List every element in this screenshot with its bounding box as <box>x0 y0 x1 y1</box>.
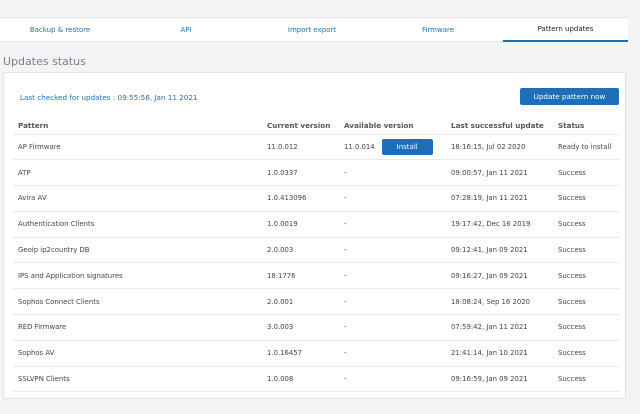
cell-pattern: AP Firmware <box>13 133 262 160</box>
table-row: ATP 1.0.0337 - 09:00:57, Jan 11 2021 Suc… <box>13 159 620 186</box>
table-row: IPS and Application signatures 18.1776 -… <box>13 262 620 289</box>
table-row: Sophos AV 1.0.16457 - 21:41:14, Jan 10 2… <box>13 339 620 367</box>
header-status: Status <box>558 121 585 131</box>
cell-last-update: 19:17:42, Dec 16 2019 <box>446 210 553 238</box>
table-row: Avira AV 1.0.413096 - 07:28:19, Jan 11 2… <box>13 185 620 212</box>
table-row: Authentication Clients 1.0.0019 - 19:17:… <box>13 210 620 238</box>
cell-current-version: 1.0.0019 <box>262 210 339 238</box>
cell-current-version: 1.0.008 <box>262 365 339 393</box>
cell-available-version: - <box>339 159 446 186</box>
header-available-version: Available version <box>344 121 414 131</box>
available-version-text: 11.0.014 <box>344 142 375 151</box>
last-checked-text: Last checked for updates : 09:55:56, Jan… <box>20 93 198 102</box>
table-row: Sophos Connect Clients 2.0.001 - 18:08:2… <box>13 288 620 315</box>
tab-backup-restore[interactable]: Backup & restore <box>0 18 120 42</box>
cell-available-version: - <box>339 210 446 238</box>
cell-pattern: Geoip ip2country DB <box>13 236 262 263</box>
header-current-version: Current version <box>267 121 331 131</box>
cell-status: Success <box>553 159 620 186</box>
section-title: Updates status <box>3 55 86 68</box>
cell-status: Success <box>553 185 620 212</box>
cell-status: Success <box>553 339 620 367</box>
tab-api[interactable]: API <box>126 18 246 42</box>
table-row: Geoip ip2country DB 2.0.003 - 09:12:41, … <box>13 236 620 263</box>
cell-pattern: RED Firmware <box>13 314 262 341</box>
cell-current-version: 1.0.16457 <box>262 339 339 367</box>
cell-available-version: - <box>339 339 446 367</box>
tab-firmware[interactable]: Firmware <box>378 18 498 42</box>
header-pattern: Pattern <box>18 121 49 131</box>
updates-panel: Last checked for updates : 09:55:56, Jan… <box>3 72 626 399</box>
cell-current-version: 11.0.012 <box>262 133 339 160</box>
cell-status: Success <box>553 236 620 263</box>
cell-available-version: - <box>339 262 446 289</box>
cell-available-version: - <box>339 185 446 212</box>
tab-import-export[interactable]: Import export <box>252 18 372 42</box>
cell-available-version: - <box>339 314 446 341</box>
cell-pattern: Sophos Connect Clients <box>13 288 262 315</box>
cell-last-update: 21:41:14, Jan 10 2021 <box>446 339 553 367</box>
cell-available-version: 11.0.014 Install <box>339 133 446 160</box>
cell-last-update: 09:16:59, Jan 09 2021 <box>446 365 553 393</box>
cell-available-version: - <box>339 236 446 263</box>
cell-last-update: 18:08:24, Sep 16 2020 <box>446 288 553 315</box>
tab-pattern-updates[interactable]: Pattern updates <box>503 18 628 42</box>
table-header-row: Pattern Current version Available versio… <box>13 118 620 134</box>
cell-pattern: Avira AV <box>13 185 262 212</box>
tab-bar: Backup & restore API Import export Firmw… <box>0 17 628 42</box>
cell-current-version: 2.0.003 <box>262 236 339 263</box>
cell-status: Success <box>553 288 620 315</box>
cell-last-update: 09:12:41, Jan 09 2021 <box>446 236 553 263</box>
cell-last-update: 18:16:15, Jul 02 2020 <box>446 133 553 160</box>
cell-status: Success <box>553 365 620 393</box>
cell-last-update: 07:28:19, Jan 11 2021 <box>446 185 553 212</box>
install-button[interactable]: Install <box>381 138 433 155</box>
table-row: AP Firmware 11.0.012 11.0.014 Install 18:… <box>13 133 620 160</box>
cell-pattern: IPS and Application signatures <box>13 262 262 289</box>
cell-last-update: 07:59:42, Jan 11 2021 <box>446 314 553 341</box>
cell-pattern: Sophos AV <box>13 339 262 367</box>
pattern-table: Pattern Current version Available versio… <box>13 118 620 393</box>
cell-pattern: SSLVPN Clients <box>13 365 262 393</box>
cell-current-version: 18.1776 <box>262 262 339 289</box>
header-last-successful-update: Last successful update <box>451 121 544 131</box>
cell-available-version: - <box>339 288 446 315</box>
cell-current-version: 1.0.0337 <box>262 159 339 186</box>
cell-status: Success <box>553 314 620 341</box>
cell-pattern: Authentication Clients <box>13 210 262 238</box>
cell-status: Success <box>553 210 620 238</box>
cell-current-version: 2.0.001 <box>262 288 339 315</box>
cell-status: Success <box>553 262 620 289</box>
table-row: SSLVPN Clients 1.0.008 - 09:16:59, Jan 0… <box>13 365 620 393</box>
cell-pattern: ATP <box>13 159 262 186</box>
cell-last-update: 09:16:27, Jan 09 2021 <box>446 262 553 289</box>
cell-current-version: 1.0.413096 <box>262 185 339 212</box>
cell-last-update: 09:00:57, Jan 11 2021 <box>446 159 553 186</box>
cell-status: Ready to install <box>553 133 620 160</box>
cell-available-version: - <box>339 365 446 393</box>
cell-current-version: 3.0.003 <box>262 314 339 341</box>
update-pattern-now-button[interactable]: Update pattern now <box>520 88 619 105</box>
table-row: RED Firmware 3.0.003 - 07:59:42, Jan 11 … <box>13 314 620 341</box>
